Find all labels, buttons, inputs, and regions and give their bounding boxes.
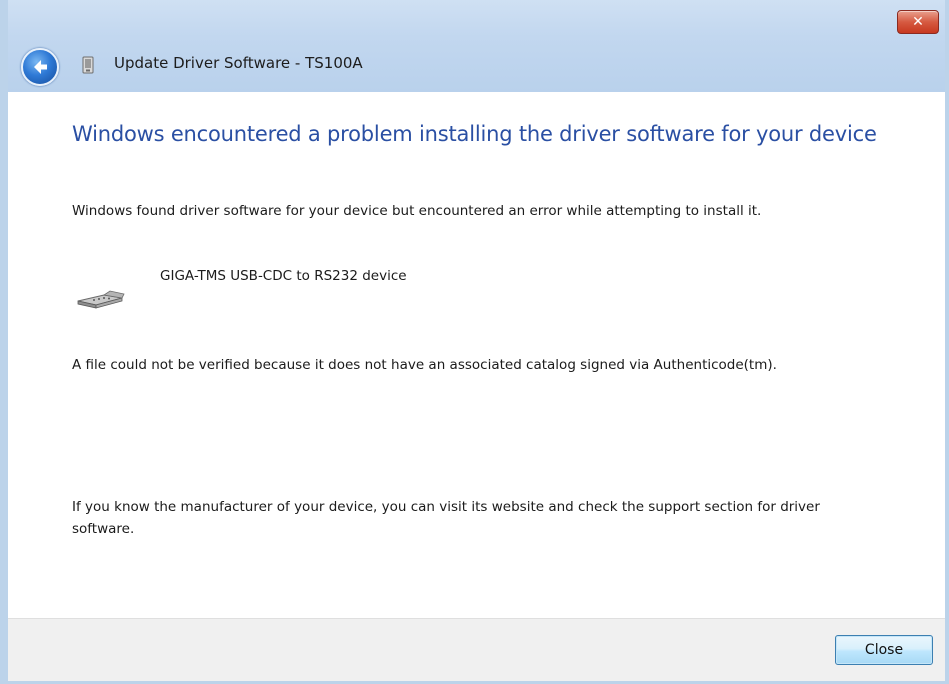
back-arrow-icon (34, 60, 47, 74)
device-name: GIGA-TMS USB-CDC to RS232 device (160, 268, 407, 284)
help-text: If you know the manufacturer of your dev… (72, 499, 820, 537)
back-button[interactable] (21, 48, 59, 86)
error-message: A file could not be verified because it … (72, 357, 777, 373)
close-button[interactable]: Close (835, 635, 933, 665)
window-title: Update Driver Software - TS100A (114, 54, 363, 72)
intro-text: Windows found driver software for your d… (72, 203, 762, 219)
dialog-window: ✕ Update Driver Software - TS100A Window… (0, 0, 949, 684)
serial-port-icon (77, 290, 125, 309)
window-close-button[interactable]: ✕ (897, 10, 939, 34)
dialog-content: Windows encountered a problem installing… (8, 92, 945, 618)
device-manager-icon (82, 56, 94, 74)
dialog-footer: Close (8, 618, 945, 681)
close-icon: ✕ (912, 14, 924, 30)
page-title: Windows encountered a problem installing… (72, 122, 877, 146)
title-bar: ✕ Update Driver Software - TS100A (8, 0, 945, 92)
